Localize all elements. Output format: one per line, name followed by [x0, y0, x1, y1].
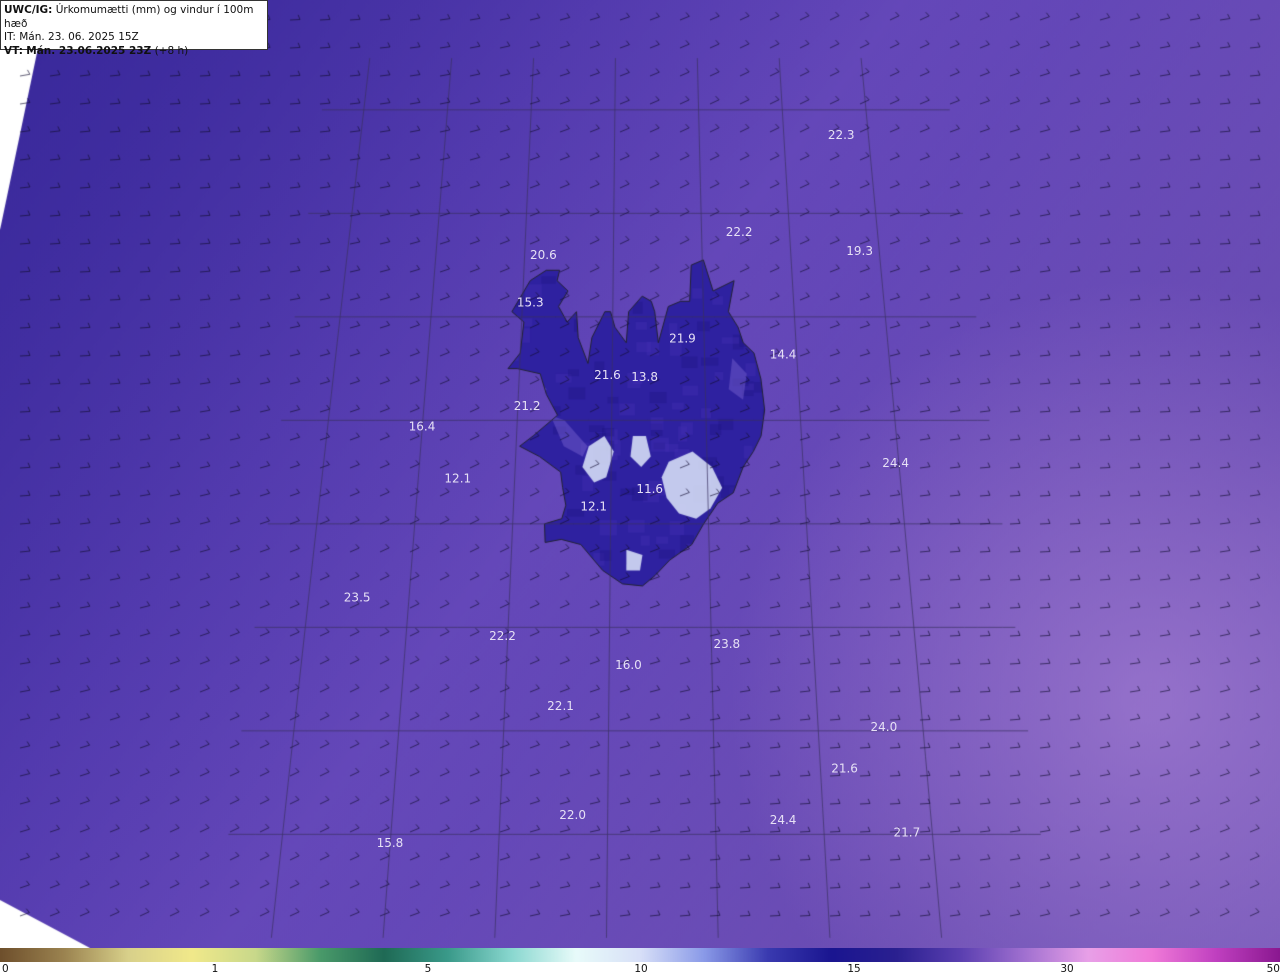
map-value-label: 22.2	[726, 225, 753, 239]
map-value-label: 15.3	[517, 296, 544, 310]
map-value-label: 16.4	[409, 420, 436, 434]
value-label-layer: 22.3 22.2 19.3 20.6 15.3 21.9 14.4 21.6 13.8 21.2…	[0, 0, 1280, 948]
map-value-label: 15.8	[377, 836, 404, 850]
colorbar-tick-label: 0	[2, 963, 9, 975]
map-value-label: 21.7	[894, 825, 921, 839]
map-value-label: 24.0	[871, 720, 898, 734]
map-value-label: 23.8	[713, 637, 740, 651]
title-line-1: UWC/IG: Úrkomumætti (mm) og vindur í 100…	[4, 4, 264, 31]
colorbar-tick-label: 30	[1060, 963, 1073, 975]
model-name: UWC/IG:	[4, 4, 52, 16]
map-value-label: 12.1	[444, 471, 471, 485]
map-value-label: 19.3	[846, 244, 873, 258]
init-time: IT: Mán. 23. 06. 2025 15Z	[4, 31, 264, 45]
map-value-label: 16.0	[615, 658, 642, 672]
colorbar-tick-label: 10	[634, 963, 647, 975]
map-value-label: 22.0	[559, 808, 586, 822]
map-value-label: 21.6	[831, 761, 858, 775]
valid-prefix: VT:	[4, 45, 23, 57]
colorbar-strip	[0, 948, 1280, 962]
colorbar-tick-label: 50	[1267, 963, 1280, 975]
map-value-label: 22.2	[489, 629, 516, 643]
colorbar-tick-label: 1	[212, 963, 219, 975]
colorbar-tick-label: 5	[425, 963, 432, 975]
map-value-label: 24.4	[770, 813, 797, 827]
map-value-label: 12.1	[580, 499, 607, 513]
colorbar-tick-label: 15	[847, 963, 860, 975]
map-value-label: 24.4	[882, 456, 909, 470]
map-value-label: 13.8	[631, 370, 658, 384]
title-line-3: VT: Mán. 23.06.2025 23Z (+8 h)	[4, 45, 264, 59]
colorbar: 0 1 5 10 15 30 50	[0, 948, 1280, 978]
title-box: UWC/IG: Úrkomumætti (mm) og vindur í 100…	[0, 0, 268, 50]
lead-time: (+8 h)	[155, 45, 189, 57]
map-value-label: 22.3	[828, 128, 855, 142]
map-value-label: 20.6	[530, 248, 557, 262]
map-value-label: 23.5	[344, 590, 371, 604]
map-value-label: 21.9	[669, 332, 696, 346]
map-value-label: 21.2	[514, 399, 541, 413]
valid-time: Mán. 23.06.2025 23Z	[26, 45, 151, 57]
map-value-label: 21.6	[594, 368, 621, 382]
map-value-label: 11.6	[636, 482, 663, 496]
map-value-label: 14.4	[770, 347, 797, 361]
map-value-label: 22.1	[547, 699, 574, 713]
